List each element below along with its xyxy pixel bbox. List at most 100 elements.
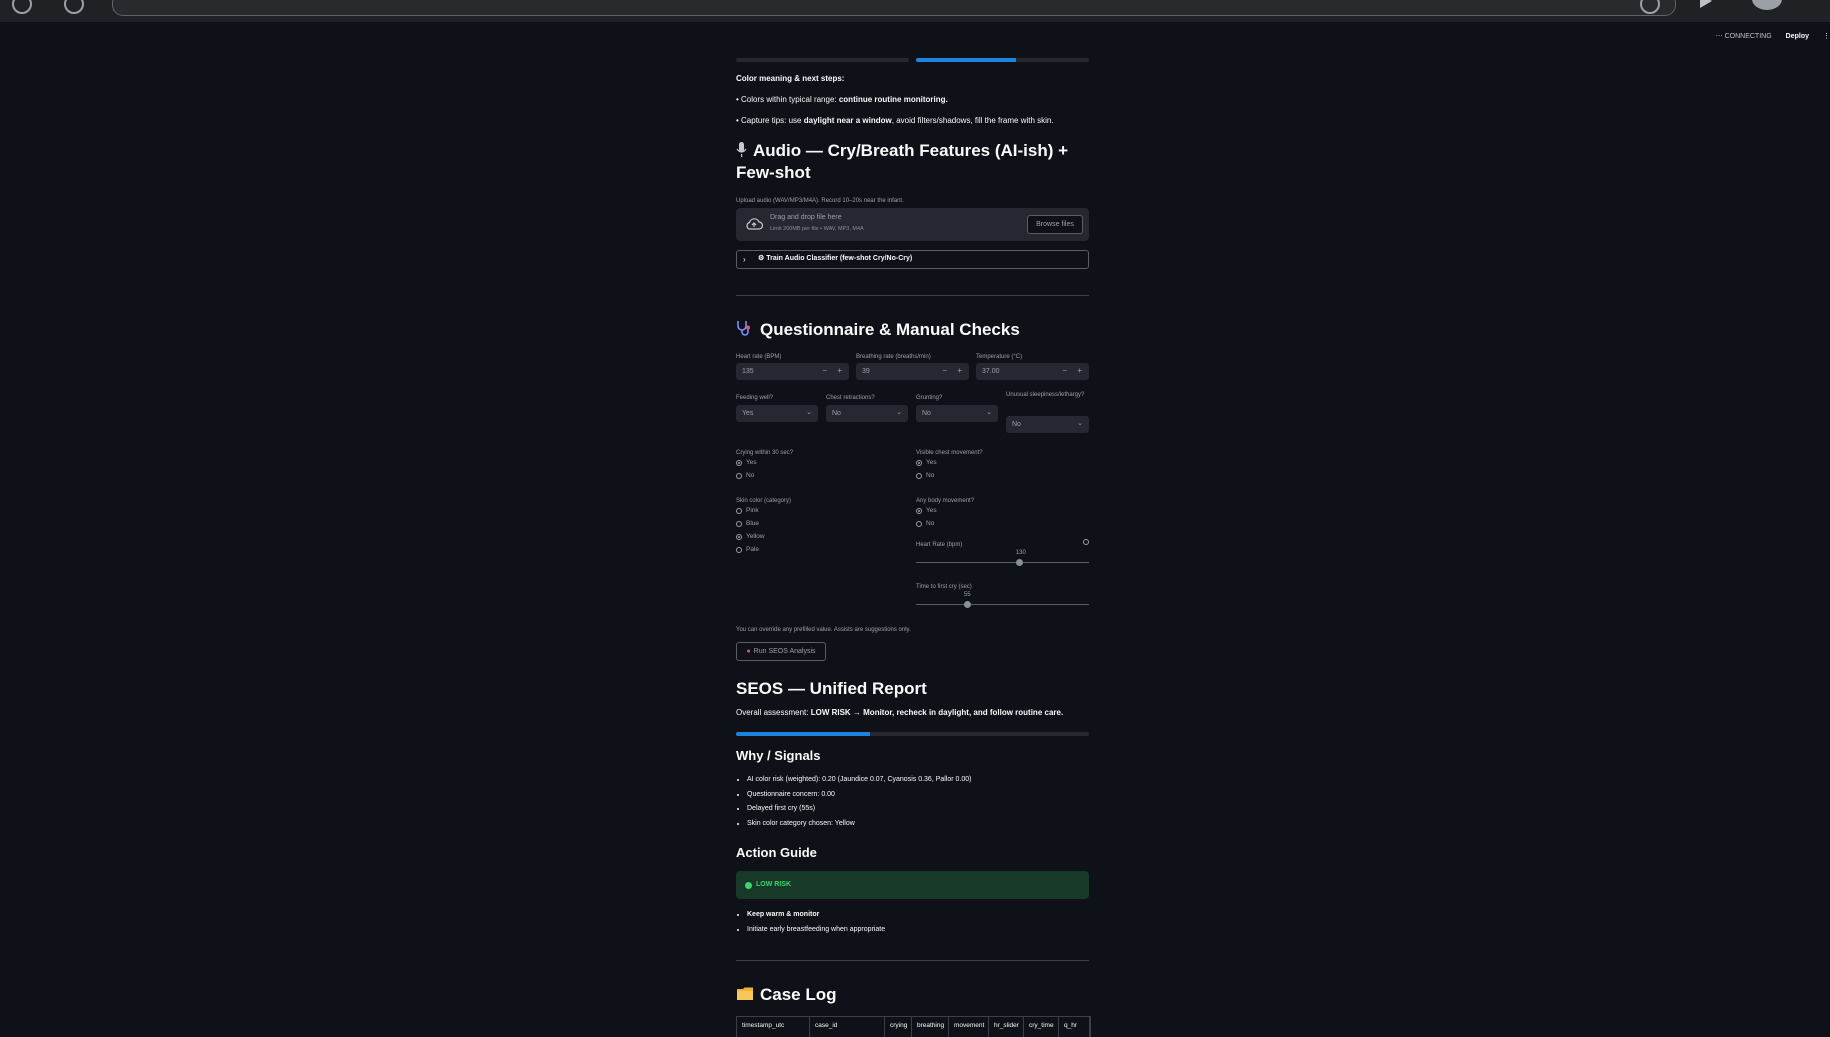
grunting-value: No bbox=[922, 410, 931, 417]
line2-prefix: • Capture tips: use bbox=[736, 116, 804, 125]
increment-icon[interactable]: + bbox=[1077, 366, 1082, 375]
retractions-select[interactable]: No ⌄ bbox=[826, 405, 908, 422]
expander-label: ⚙ Train Audio Classifier (few-shot Cry/N… bbox=[758, 255, 913, 262]
browser-toolbar bbox=[0, 0, 1830, 22]
audio-dropzone[interactable]: Drag and drop file here Limit 200MB per … bbox=[736, 208, 1089, 241]
increment-icon[interactable]: + bbox=[837, 366, 842, 375]
cry-time-slider[interactable]: 55 bbox=[916, 592, 1089, 608]
increment-icon[interactable]: + bbox=[957, 366, 962, 375]
radio-circle-icon bbox=[736, 533, 742, 540]
grunting-label: Grunting? bbox=[916, 395, 943, 401]
radio-option-yellow[interactable]: Yellow bbox=[736, 533, 765, 540]
column-header[interactable]: case_id bbox=[810, 1017, 885, 1037]
cry-slider-label: Time to first cry (sec) bbox=[916, 584, 972, 590]
list-item: AI color risk (weighted): 0.20 (Jaundice… bbox=[747, 773, 972, 788]
feeding-value: Yes bbox=[742, 410, 754, 417]
radio-circle-icon bbox=[916, 459, 922, 466]
retractions-value: No bbox=[832, 410, 841, 417]
reload-icon[interactable] bbox=[64, 0, 84, 14]
divider bbox=[736, 295, 1089, 296]
main-menu-icon[interactable]: ⋮ bbox=[1823, 32, 1830, 40]
progress-bar-top bbox=[916, 58, 1089, 62]
brain-icon: ● bbox=[746, 648, 751, 655]
column-header[interactable]: movement bbox=[949, 1017, 989, 1037]
radio-label: Yes bbox=[746, 459, 757, 466]
case-log-heading: Case Log bbox=[736, 984, 837, 1006]
column-header[interactable]: hr_slider bbox=[989, 1017, 1024, 1037]
help-icon[interactable] bbox=[1083, 539, 1089, 545]
risk-label: LOW RISK bbox=[756, 881, 791, 888]
address-bar[interactable] bbox=[112, 0, 1676, 16]
why-heading: Why / Signals bbox=[736, 748, 821, 763]
chevron-down-icon: ⌄ bbox=[986, 409, 992, 416]
column-header[interactable]: crying bbox=[885, 1017, 912, 1037]
column-header[interactable]: breathing bbox=[912, 1017, 949, 1037]
column-header[interactable]: cry_time bbox=[1024, 1017, 1059, 1037]
assessment-prefix: Overall assessment: bbox=[736, 708, 811, 717]
radio-option-yes[interactable]: Yes bbox=[916, 459, 937, 466]
heart-rate-input[interactable]: 135 − + bbox=[736, 363, 849, 380]
temperature-label: Temperature (°C) bbox=[976, 354, 1023, 360]
radio-option-pink[interactable]: Pink bbox=[736, 507, 759, 514]
line2-bold: daylight near a window bbox=[803, 116, 892, 125]
temperature-value: 37.00 bbox=[982, 368, 1000, 375]
override-note: You can override any prefilled value. As… bbox=[736, 627, 911, 633]
decrement-icon[interactable]: − bbox=[822, 366, 827, 375]
radio-option-pale[interactable]: Pale bbox=[736, 546, 759, 553]
breathing-rate-label: Breathing rate (breaths/min) bbox=[856, 354, 931, 360]
sleepiness-select[interactable]: No ⌄ bbox=[1006, 416, 1089, 433]
radio-option-blue[interactable]: Blue bbox=[736, 520, 759, 527]
drag-drop-text: Drag and drop file here bbox=[770, 214, 842, 221]
heart-rate-label: Heart rate (BPM) bbox=[736, 354, 782, 360]
breathing-rate-input[interactable]: 39 − + bbox=[856, 363, 969, 380]
temperature-input[interactable]: 37.00 − + bbox=[976, 363, 1089, 380]
radio-option-no[interactable]: No bbox=[916, 520, 934, 527]
browse-files-button[interactable]: Browse files bbox=[1027, 215, 1083, 234]
report-heading: SEOS — Unified Report bbox=[736, 679, 927, 698]
slider-thumb[interactable] bbox=[964, 601, 972, 608]
column-header[interactable]: timestamp_utc bbox=[737, 1017, 810, 1037]
line1-bold: continue routine monitoring. bbox=[838, 95, 948, 104]
radio-option-yes[interactable]: Yes bbox=[736, 459, 757, 466]
feeding-select[interactable]: Yes ⌄ bbox=[736, 405, 818, 422]
questionnaire-heading: Questionnaire & Manual Checks bbox=[736, 319, 1020, 341]
back-icon[interactable] bbox=[12, 0, 32, 14]
decrement-icon[interactable]: − bbox=[942, 366, 947, 375]
progress-fill-top bbox=[916, 58, 1017, 62]
column-header[interactable]: q_hr bbox=[1059, 1017, 1090, 1037]
radio-label: No bbox=[926, 520, 935, 527]
assessment-bold: LOW RISK → Monitor, recheck in daylight,… bbox=[810, 708, 1064, 717]
radio-option-no[interactable]: No bbox=[736, 472, 754, 479]
breathing-rate-value: 39 bbox=[862, 368, 870, 375]
chest-movement-label: Visible chest movement? bbox=[916, 450, 983, 456]
radio-option-yes[interactable]: Yes bbox=[916, 507, 937, 514]
report-progress-fill bbox=[736, 732, 871, 736]
skin-color-label: Skin color (category) bbox=[736, 498, 792, 504]
train-classifier-expander[interactable]: › ⚙ Train Audio Classifier (few-shot Cry… bbox=[736, 250, 1089, 269]
divider bbox=[736, 960, 1089, 961]
run-analysis-button[interactable]: ● Run SEOS Analysis bbox=[736, 642, 826, 661]
check-circle-icon bbox=[745, 882, 752, 889]
radio-circle-icon bbox=[916, 472, 922, 479]
list-item: Skin color category chosen: Yellow bbox=[747, 817, 972, 832]
case-log-table[interactable]: timestamp_utc case_id crying breathing movem… bbox=[736, 1016, 1091, 1037]
decrement-icon[interactable]: − bbox=[1062, 366, 1067, 375]
radio-circle-icon bbox=[916, 520, 922, 527]
deploy-button[interactable]: Deploy bbox=[1786, 33, 1809, 40]
radio-label: Yellow bbox=[746, 533, 765, 540]
avatar[interactable] bbox=[1752, 0, 1782, 10]
slider-thumb[interactable] bbox=[1016, 559, 1024, 566]
chevron-right-icon: › bbox=[743, 255, 746, 264]
hr-slider-label: Heart Rate (bpm) bbox=[916, 542, 963, 548]
color-meaning-title: Color meaning & next steps: bbox=[736, 74, 845, 83]
list-item: Keep warm & monitor bbox=[747, 908, 885, 923]
risk-alert: LOW RISK bbox=[736, 871, 1089, 899]
cry-slider-value: 55 bbox=[963, 592, 971, 598]
list-item: Questionnaire concern: 0.00 bbox=[747, 788, 972, 803]
hr-slider[interactable]: 130 bbox=[916, 550, 1089, 566]
line2-suffix: , avoid filters/shadows, fill the frame … bbox=[891, 116, 1054, 125]
media-icon[interactable] bbox=[1700, 0, 1712, 8]
radio-option-no[interactable]: No bbox=[916, 472, 934, 479]
chevron-down-icon: ⌄ bbox=[806, 409, 812, 416]
grunting-select[interactable]: No ⌄ bbox=[916, 405, 998, 422]
